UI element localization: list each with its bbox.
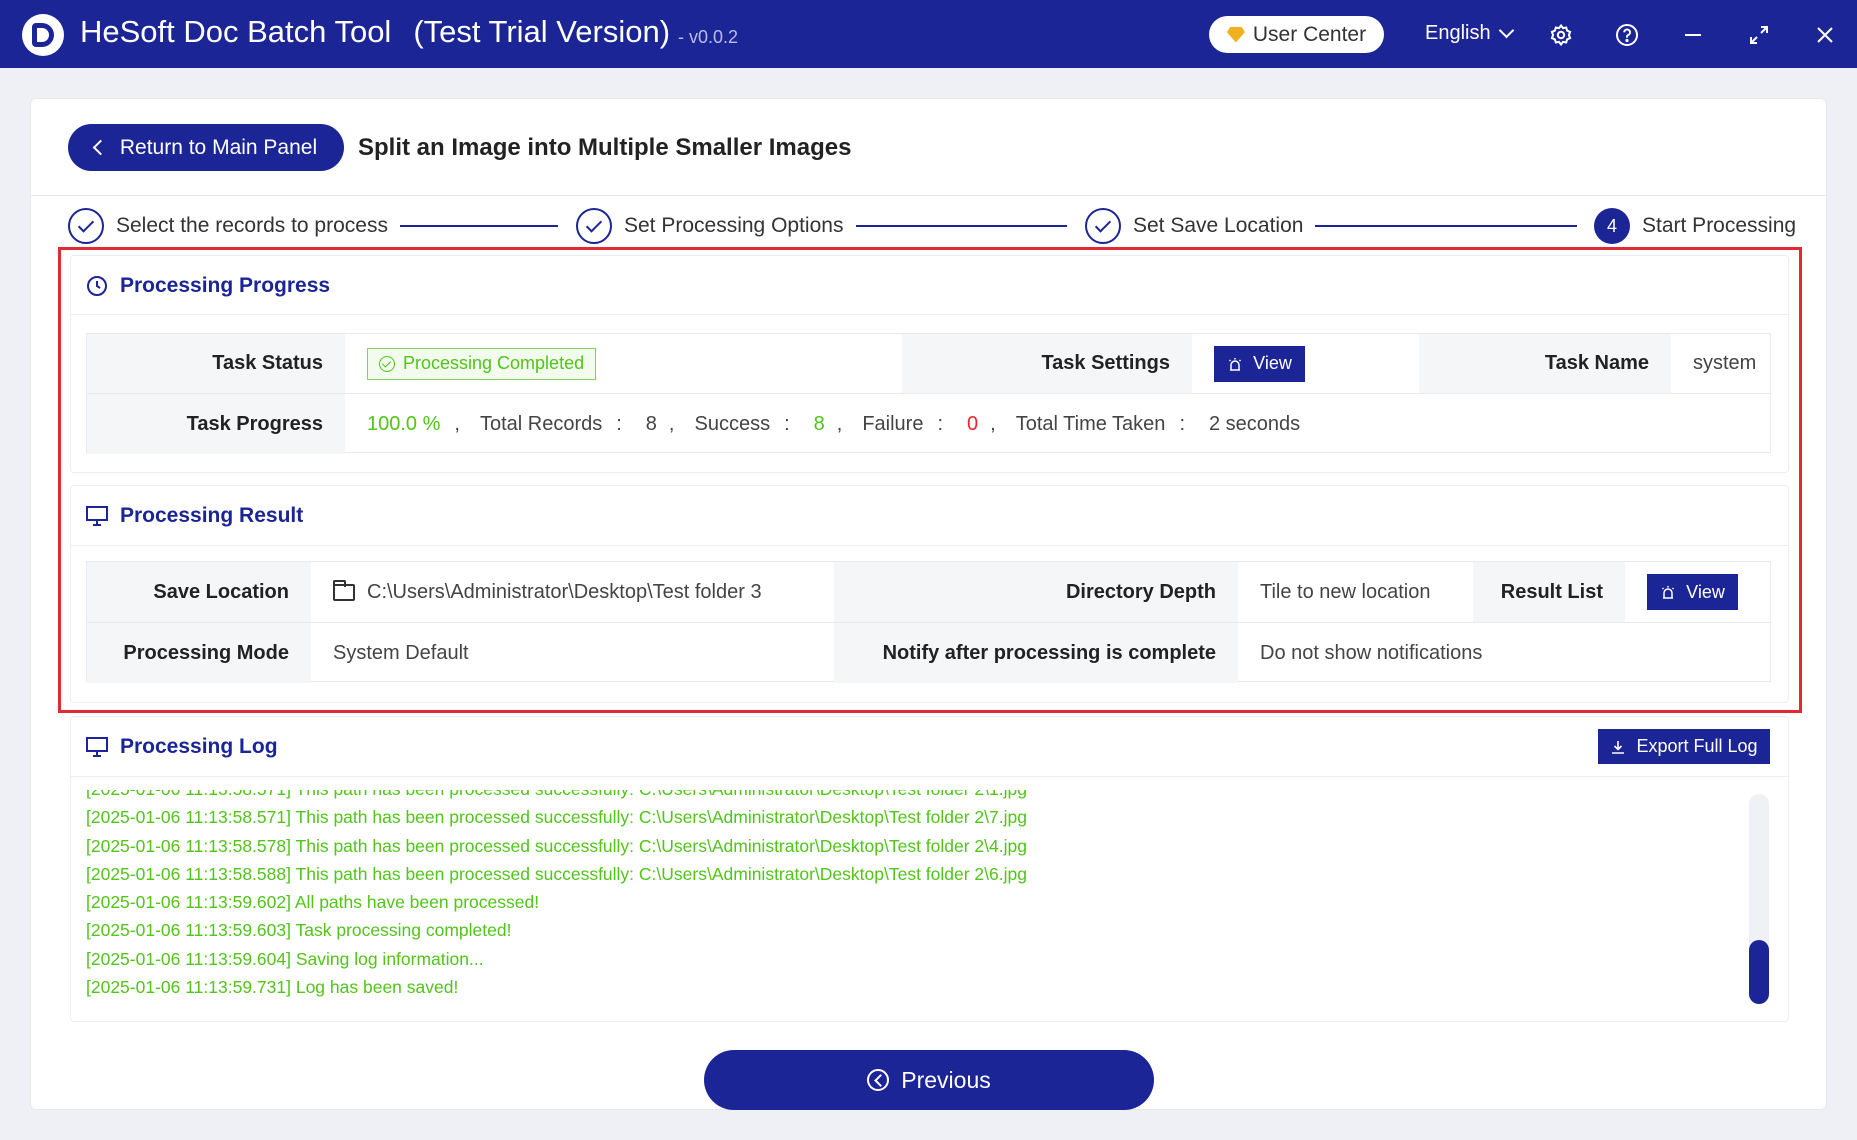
step-processing-options: Set Processing Options	[576, 208, 843, 244]
check-circle-icon	[1085, 208, 1121, 244]
diamond-icon	[1226, 26, 1245, 43]
download-icon	[1612, 740, 1625, 754]
log-section-title: Processing Log	[86, 735, 278, 759]
app-name: HeSoft Doc Batch Tool	[80, 14, 392, 49]
log-scrollbar-thumb[interactable]	[1749, 940, 1769, 1004]
minimize-icon[interactable]	[1680, 22, 1706, 48]
chevron-left-circle-icon	[867, 1069, 890, 1091]
title-bar: HeSoft Doc Batch Tool (Test Trial Version…	[0, 0, 1857, 68]
step-start-processing: 4 Start Processing	[1594, 208, 1796, 244]
step-select-records: Select the records to process	[68, 208, 388, 244]
check-circle-icon	[68, 208, 104, 244]
step-label: Start Processing	[1642, 214, 1797, 237]
check-circle-icon	[576, 208, 612, 244]
log-line: [2025-01-06 11:13:59.731] Log has been s…	[86, 977, 459, 998]
log-line: [2025-01-06 11:13:59.602] All paths have…	[86, 892, 540, 913]
log-line: [2025-01-06 11:13:59.604] Saving log inf…	[86, 948, 484, 969]
step-number-badge: 4	[1594, 208, 1630, 244]
user-center-button[interactable]: User Center	[1209, 16, 1384, 53]
step-connector	[856, 225, 1067, 227]
log-list[interactable]: [2025-01-06 11:13:58.571] This path has …	[86, 790, 1736, 1005]
previous-label: Previous	[901, 1066, 991, 1093]
divider	[30, 195, 1827, 196]
log-line: [2025-01-06 11:13:58.571] This path has …	[86, 807, 1027, 828]
log-line: [2025-01-06 11:13:58.578] This path has …	[86, 835, 1027, 856]
step-save-location: Set Save Location	[1085, 208, 1303, 244]
language-select[interactable]: English	[1425, 22, 1514, 45]
chevron-down-icon	[1498, 22, 1514, 39]
step-connector	[400, 225, 558, 227]
step-label: Set Save Location	[1133, 214, 1304, 237]
app-trial-label: (Test Trial Version)	[413, 14, 671, 49]
divider	[70, 776, 1789, 777]
app-logo	[22, 14, 64, 56]
close-icon[interactable]	[1812, 22, 1838, 48]
log-line: [2025-01-06 11:13:58.588] This path has …	[86, 863, 1027, 884]
user-center-label: User Center	[1252, 22, 1367, 46]
section-title-text: Processing Log	[120, 735, 278, 758]
settings-gear-icon[interactable]	[1548, 22, 1574, 48]
return-to-main-panel-button[interactable]: Return to Main Panel	[68, 124, 344, 171]
page-title: Split an Image into Multiple Smaller Ima…	[358, 134, 852, 161]
monitor-icon	[86, 737, 108, 757]
return-label: Return to Main Panel	[119, 135, 318, 159]
log-line: [2025-01-06 11:13:58.571] This path has …	[86, 790, 1736, 803]
step-connector	[1315, 225, 1577, 227]
log-line: [2025-01-06 11:13:59.603] Task processin…	[86, 920, 512, 941]
app-title: HeSoft Doc Batch Tool (Test Trial Version…	[80, 14, 670, 50]
step-label: Set Processing Options	[624, 214, 844, 237]
step-label: Select the records to process	[116, 214, 388, 237]
language-label: English	[1425, 22, 1491, 44]
chevron-left-icon	[92, 139, 109, 156]
export-label: Export Full Log	[1636, 736, 1758, 756]
app-version: - v0.0.2	[678, 27, 739, 47]
help-icon[interactable]	[1614, 22, 1640, 48]
highlight-box	[58, 247, 1802, 713]
export-full-log-button[interactable]: Export Full Log	[1598, 729, 1770, 764]
previous-button[interactable]: Previous	[704, 1050, 1154, 1110]
maximize-icon[interactable]	[1746, 22, 1772, 48]
